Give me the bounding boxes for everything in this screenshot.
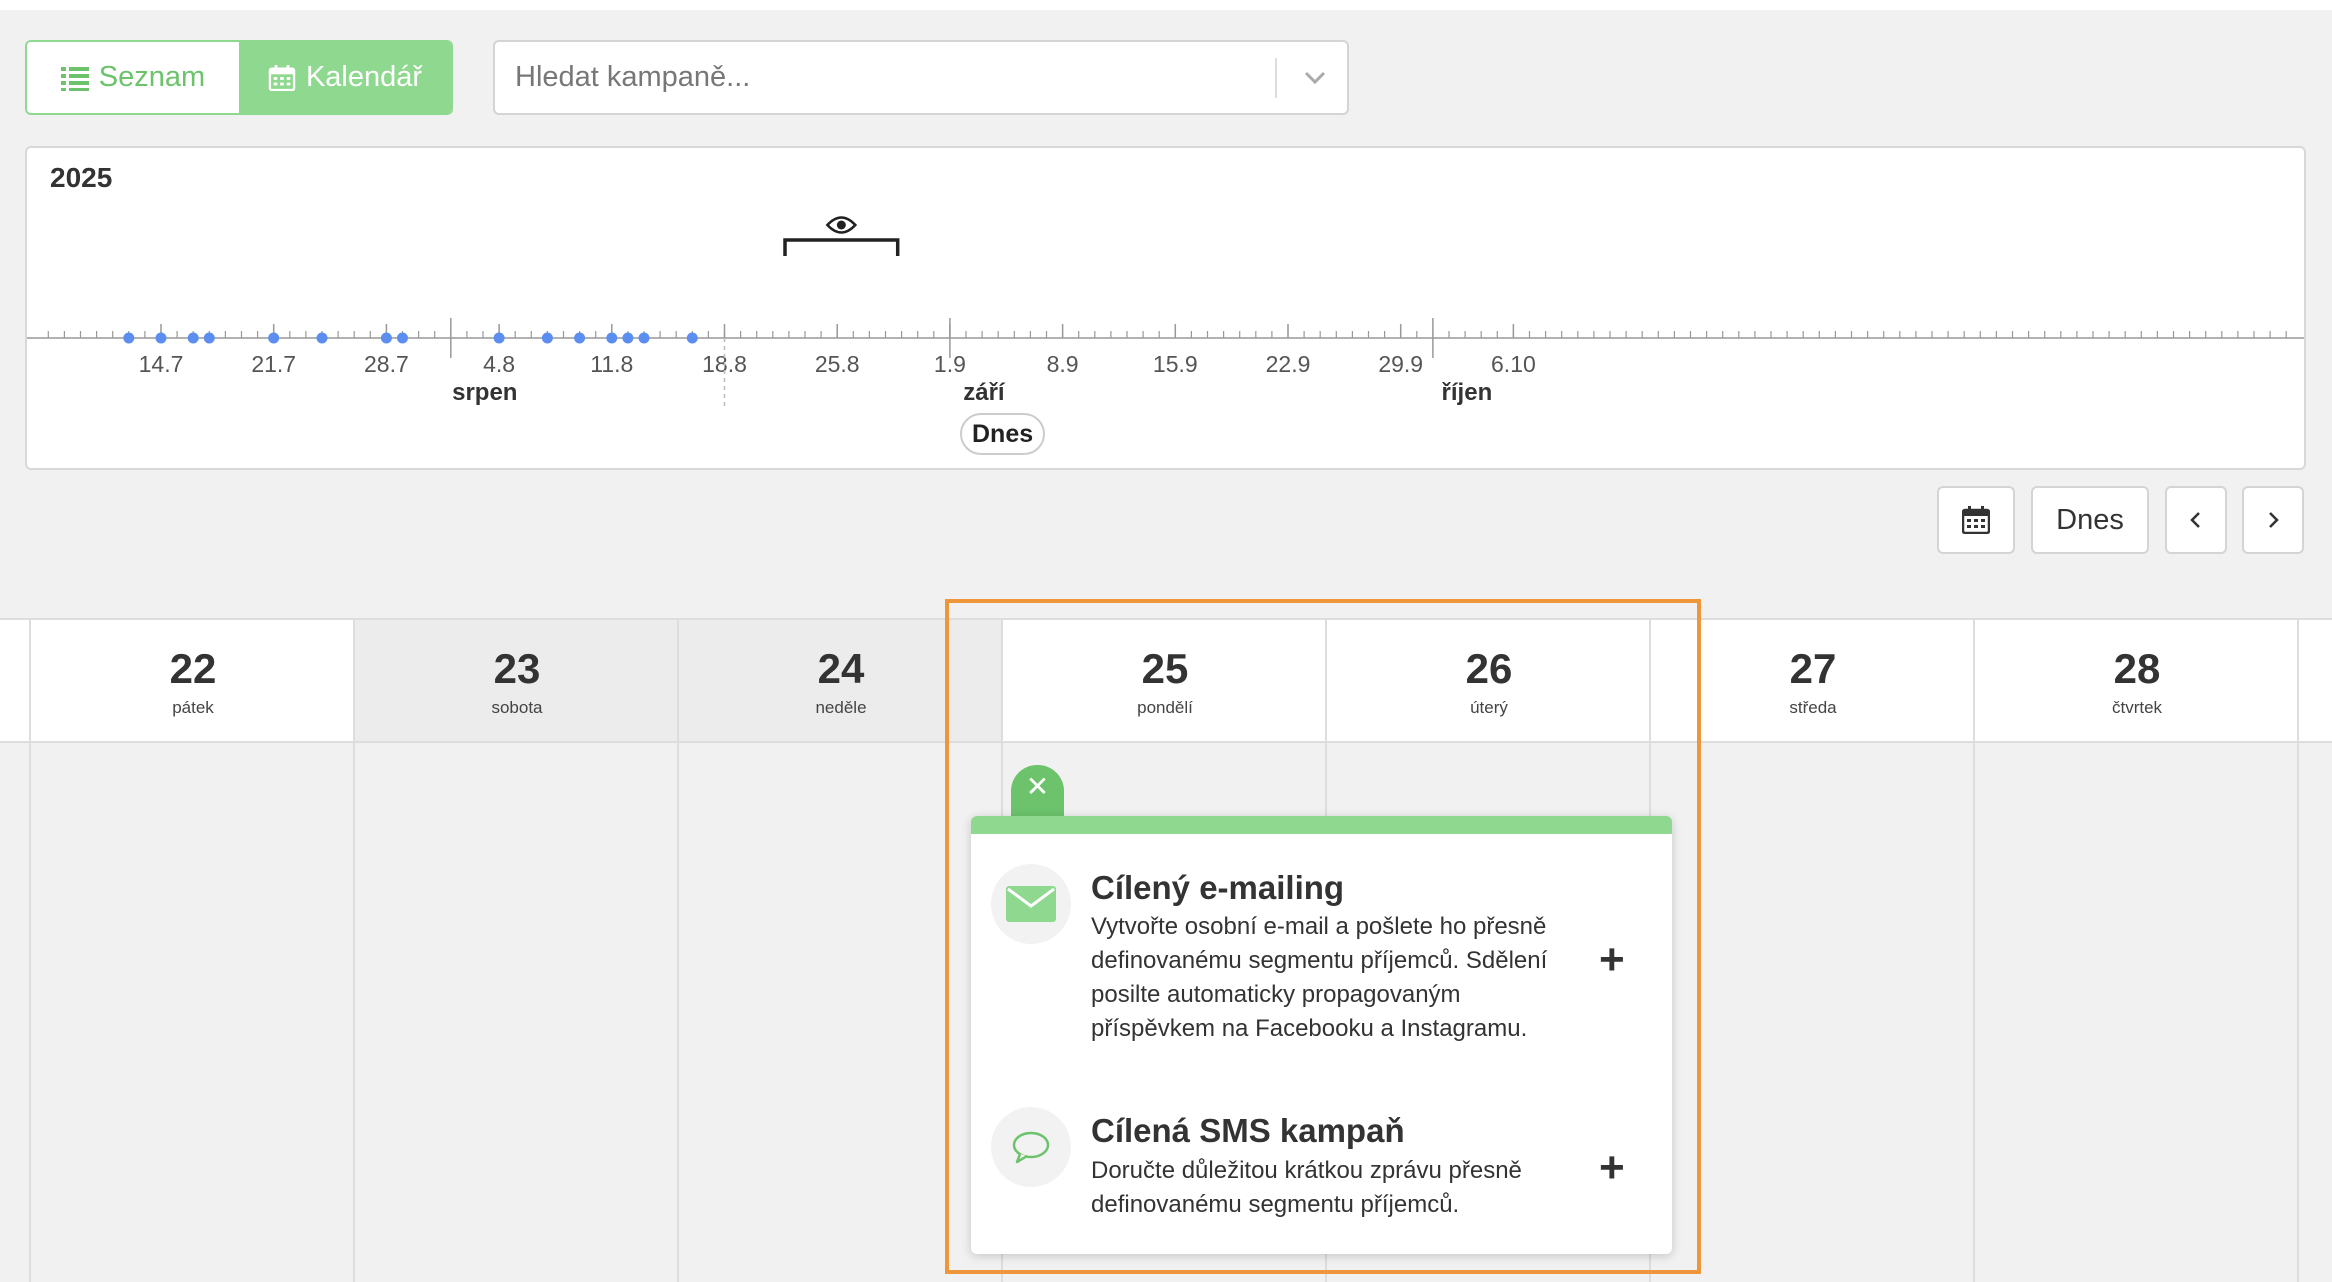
day-name: středa (1789, 698, 1837, 717)
date-tick-label: 25.8 (815, 351, 860, 377)
date-tick-label: 29.9 (1378, 351, 1423, 377)
day-number: 22 (169, 645, 217, 692)
option-description: Vytvořte osobní e-mail a pošlete ho přes… (1091, 913, 1548, 1042)
day-divider (2297, 743, 2299, 1282)
next-button[interactable] (2242, 486, 2304, 554)
campaign-dot (155, 332, 167, 344)
envelope-icon (991, 864, 1071, 944)
option-description: Doručte důležitou krátkou zprávu přesně … (1091, 1157, 1522, 1218)
search-separator (1275, 58, 1277, 98)
day-header[interactable]: 28 čtvrtek (1973, 620, 2299, 741)
date-tick-label: 28.7 (364, 351, 409, 377)
campaign-dot (638, 332, 650, 344)
day-name: čtvrtek (2111, 698, 2163, 717)
top-strip (0, 0, 2332, 10)
timeline-axis: 14.7 21.7 28.7 4.8 11.8 18.8 25.8 1.9 8.9 15.9 22.… (27, 216, 2304, 410)
eye-pupil (836, 220, 846, 230)
list-view-label: Seznam (98, 61, 206, 93)
day-header[interactable]: 23 sobota (353, 620, 679, 741)
day-header[interactable]: 24 neděle (677, 620, 1003, 741)
day-name: sobota (491, 698, 543, 717)
day-header[interactable]: 27 středa (1649, 620, 1975, 741)
campaign-dot (493, 332, 505, 344)
calendar-icon (268, 64, 296, 91)
date-tick-label: 21.7 (251, 351, 296, 377)
day-number: 28 (2113, 645, 2161, 692)
campaign-search (493, 40, 1349, 115)
date-tick-label: 22.9 (1266, 351, 1311, 377)
campaign-dot (187, 332, 199, 344)
list-icon (60, 66, 89, 91)
calendar-icon (1962, 506, 1990, 534)
chevron-down-icon[interactable] (1295, 58, 1335, 98)
calendar-picker-button[interactable] (1937, 486, 2015, 554)
day-divider (353, 743, 355, 1282)
campaign-dot (268, 332, 280, 344)
today-button-label: Dnes (2056, 503, 2124, 536)
viewport-bracket (783, 238, 900, 256)
search-input[interactable] (515, 42, 1255, 113)
day-header[interactable]: 26 úterý (1325, 620, 1651, 741)
option-title: Cílená SMS kampaň (1091, 1112, 1405, 1149)
date-tick-label: 15.9 (1153, 351, 1198, 377)
date-tick-label: 11.8 (590, 351, 633, 377)
new-campaign-popup: Cílený e-mailing Vytvořte osobní e-mail … (971, 816, 1672, 1254)
date-tick-label: 8.9 (1047, 351, 1079, 377)
option-title: Cílený e-mailing (1091, 869, 1345, 906)
add-sms-button[interactable]: + (1599, 1146, 1625, 1190)
day-header[interactable]: 22 pátek (29, 620, 355, 741)
day-name: úterý (1470, 698, 1508, 717)
day-number: 26 (1465, 645, 1513, 692)
day-number: 25 (1141, 645, 1189, 692)
close-button[interactable]: ✕ (1011, 765, 1064, 818)
day-name: pondělí (1137, 698, 1193, 717)
campaign-dot (316, 332, 328, 344)
month-label: září (963, 379, 1006, 406)
calendar-header: 22 pátek 23 sobota 24 neděle 25 pondělí … (0, 618, 2332, 743)
day-divider (1973, 743, 1975, 1282)
day-number: 23 (493, 645, 541, 692)
prev-button[interactable] (2165, 486, 2227, 554)
day-number: 27 (1789, 645, 1837, 692)
campaign-dot (397, 332, 408, 344)
add-emailing-button[interactable]: + (1599, 938, 1625, 982)
chevron-left-icon (2190, 512, 2200, 528)
chevron-right-icon (2269, 512, 2279, 528)
day-number: 24 (817, 645, 865, 692)
day-header[interactable]: 25 pondělí (1001, 620, 1327, 741)
month-label: říjen (1442, 379, 1493, 406)
list-view-button[interactable]: Seznam (27, 42, 239, 113)
campaign-dot (622, 332, 634, 344)
campaign-dot (203, 332, 215, 344)
day-divider (677, 743, 679, 1282)
campaign-dot (574, 332, 586, 344)
date-tick-label: 14.7 (139, 351, 184, 377)
timeline-panel: 2025 14.7 21.7 28.7 4.8 11.8 18.8 25.8 1.9 8.9 15… (25, 146, 2306, 470)
day-divider (29, 743, 31, 1282)
day-header-partial (2297, 620, 2332, 741)
today-button[interactable]: Dnes (2031, 486, 2149, 554)
campaign-dot (686, 332, 698, 344)
close-icon: ✕ (1025, 771, 1050, 802)
campaign-dot (380, 332, 392, 344)
date-tick-label: 4.8 (483, 351, 515, 377)
calendar-view-button[interactable]: Kalendář (239, 42, 451, 113)
chat-bubble-icon (991, 1107, 1071, 1187)
today-marker[interactable]: Dnes (960, 413, 1046, 455)
month-label: srpen (452, 379, 517, 406)
view-toggle: Seznam Kalendář (25, 40, 453, 115)
campaign-dot (541, 332, 553, 344)
calendar-view-label: Kalendář (305, 61, 423, 93)
campaign-dot (606, 332, 618, 344)
day-name: pátek (172, 698, 214, 717)
date-tick-label: 6.10 (1491, 351, 1536, 377)
campaign-dot (123, 332, 135, 344)
day-name: neděle (815, 698, 867, 717)
